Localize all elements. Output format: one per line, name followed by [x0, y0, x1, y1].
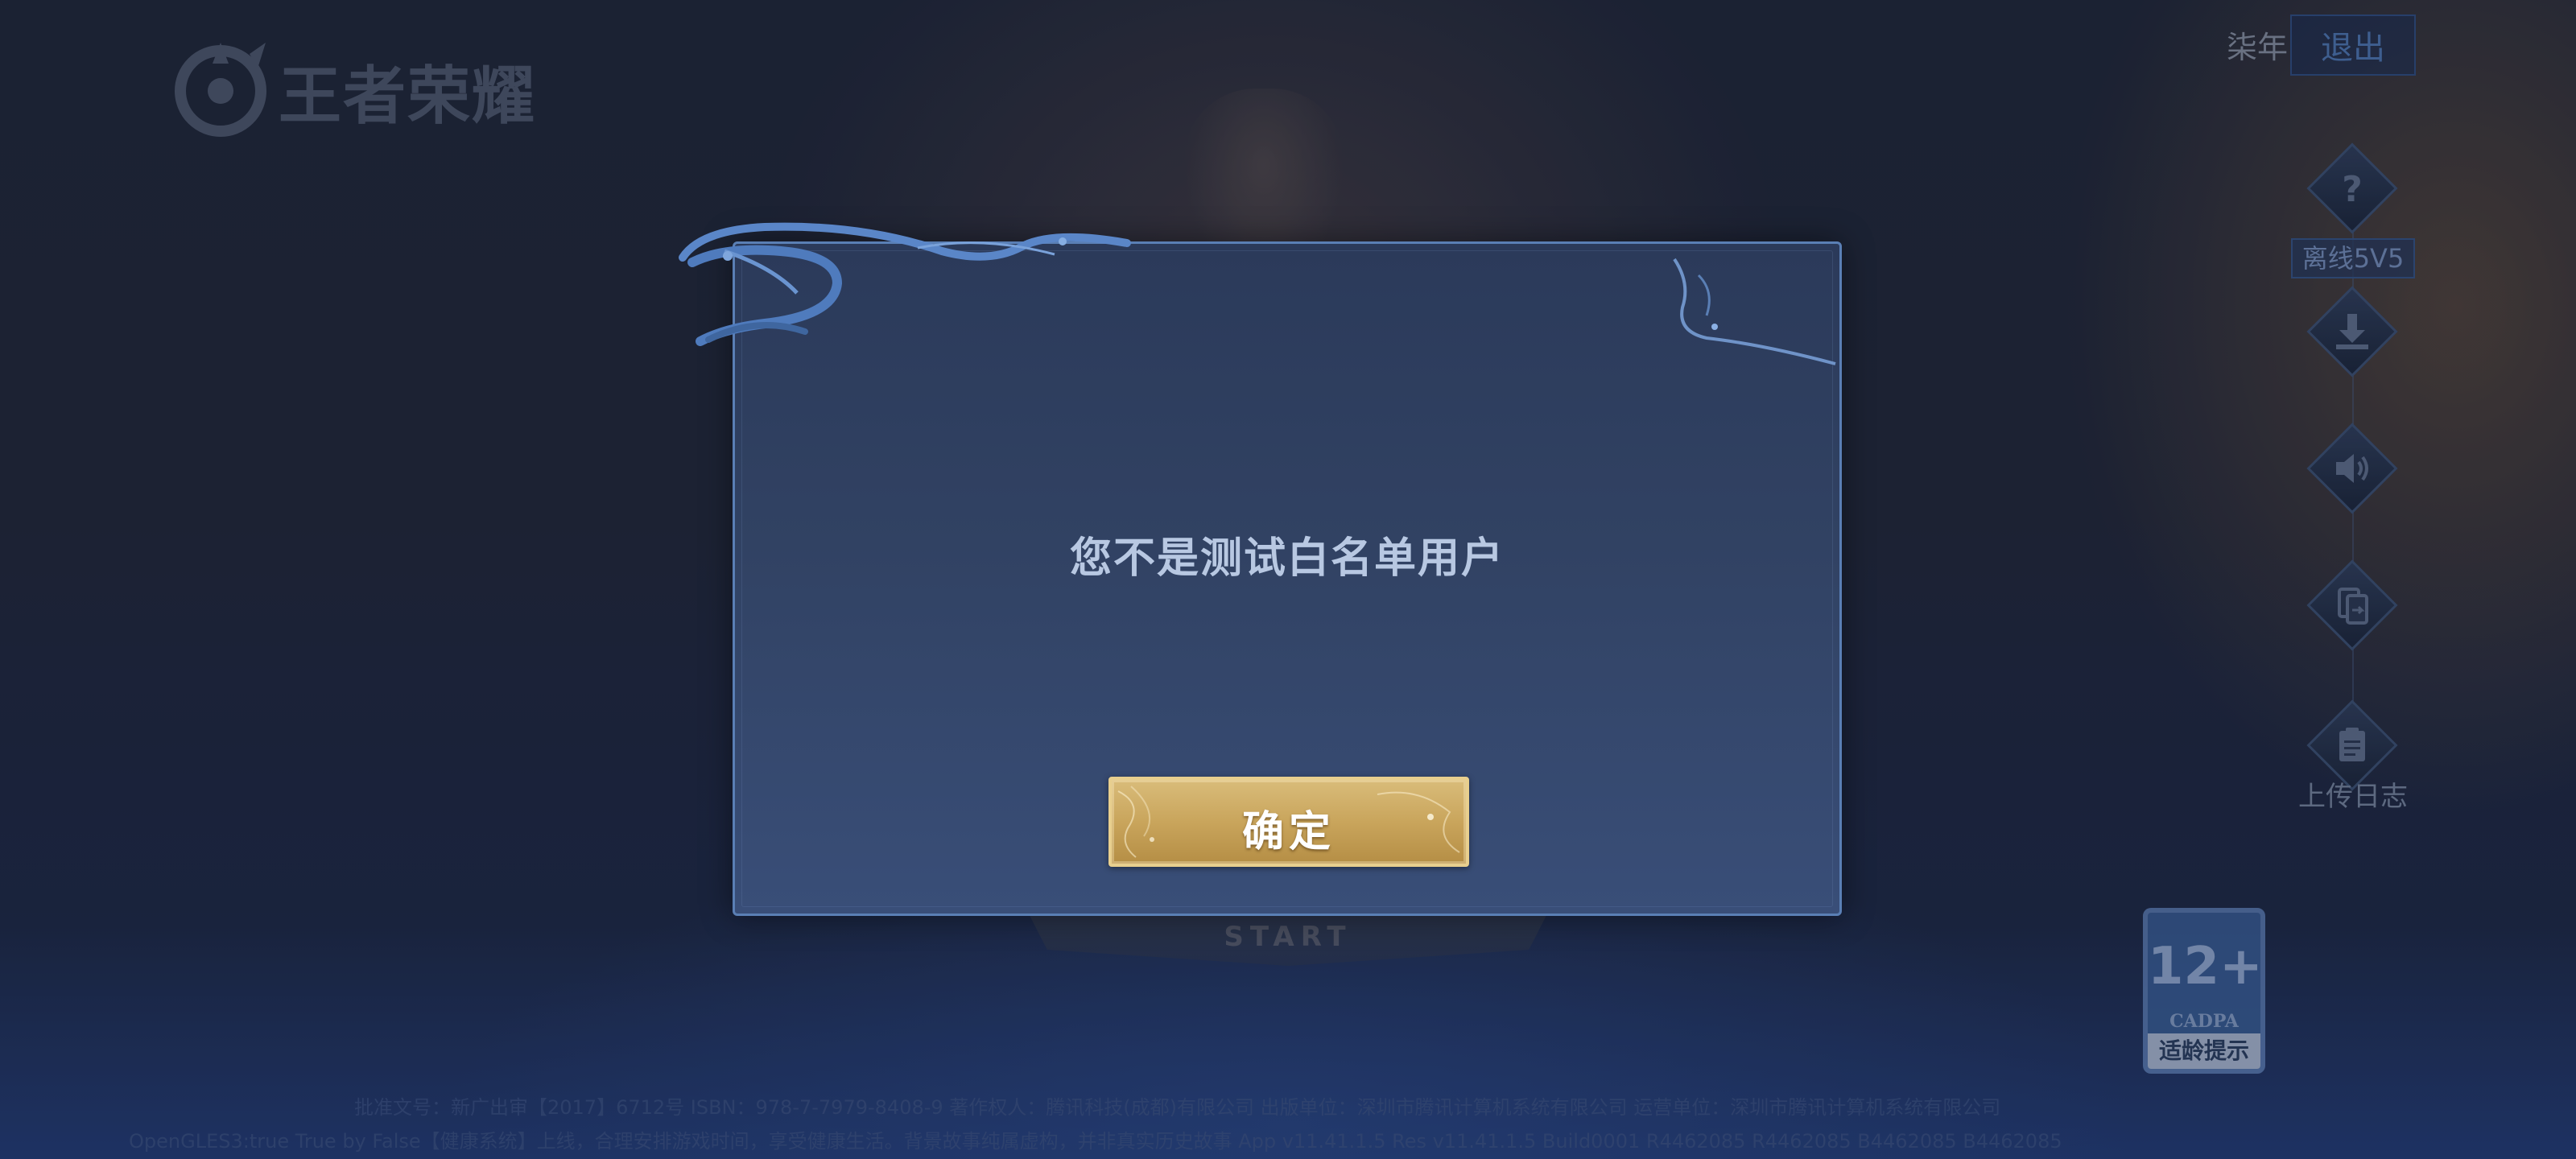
alert-dialog: 您不是测试白名单用户 确定	[733, 241, 1842, 916]
game-screen: START 王者荣耀 柒年 退出 ? 离线5V5 上传日志 12+ CADPA …	[0, 0, 2576, 1159]
dialog-message: 您不是测试白名单用户	[1069, 534, 1505, 583]
confirm-label: 确定	[1241, 808, 1335, 856]
confirm-button[interactable]: 确定	[1108, 777, 1469, 867]
